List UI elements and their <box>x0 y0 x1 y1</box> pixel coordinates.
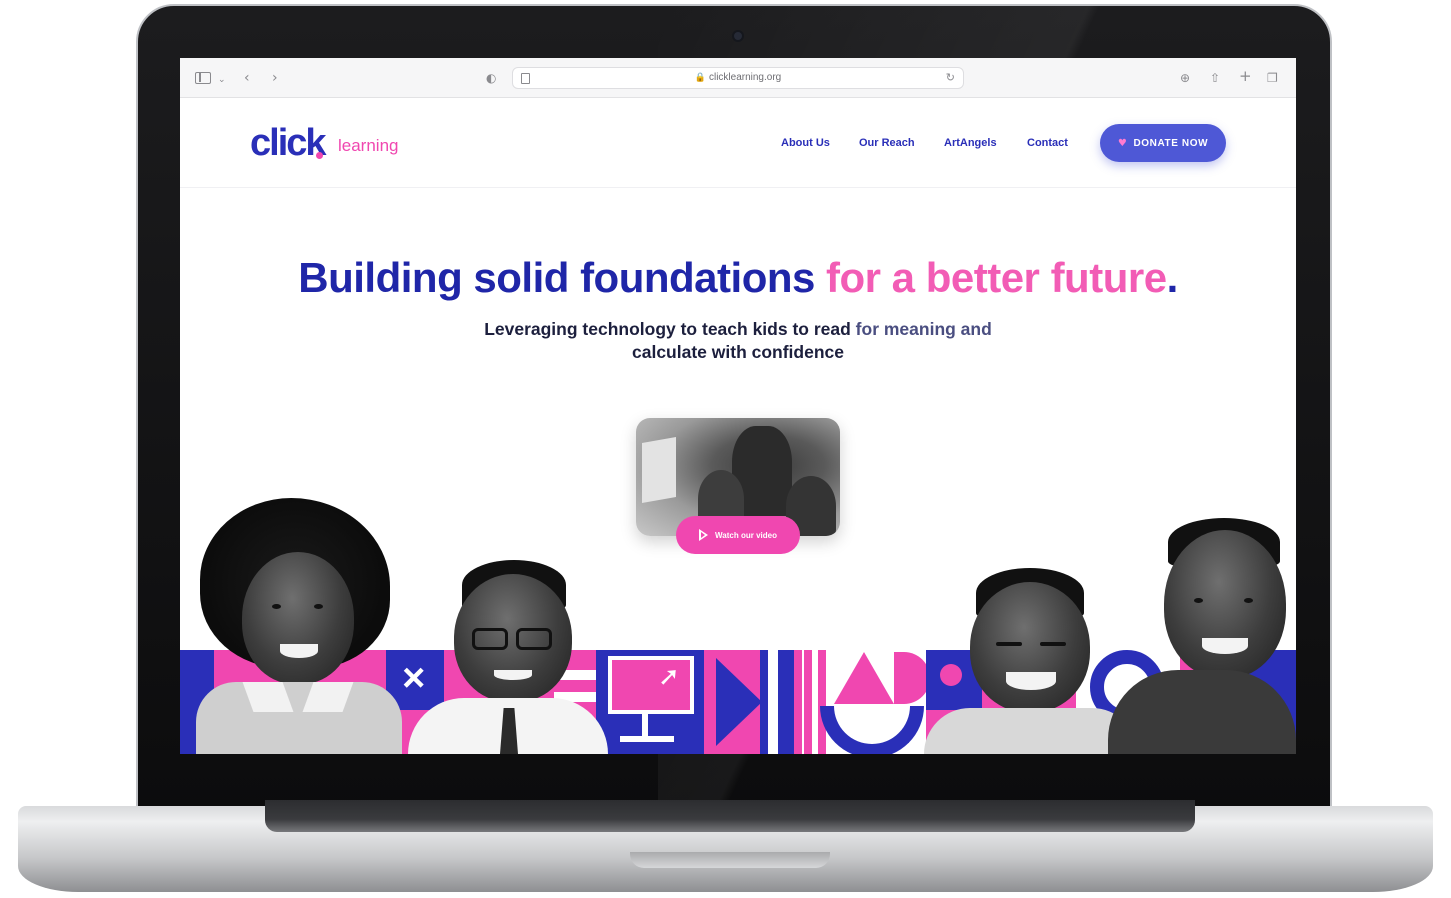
play-icon <box>699 529 709 541</box>
nav-artangels[interactable]: ArtAngels <box>944 137 997 149</box>
donate-label: DONATE NOW <box>1133 137 1209 149</box>
subheading-strong: Leveraging technology to teach kids to r… <box>484 319 851 339</box>
monitor-stand <box>642 714 648 736</box>
child-shirt <box>1108 670 1296 754</box>
download-icon[interactable]: ⊕ <box>1180 70 1190 86</box>
child-eye <box>1040 642 1066 646</box>
url-display: 🔒 clicklearning.org <box>513 72 963 83</box>
child-eye <box>272 604 281 609</box>
glasses-icon <box>472 628 508 650</box>
headline-period: . <box>1166 254 1179 301</box>
logo-main-text: click <box>250 122 327 164</box>
reload-icon[interactable]: ↻ <box>946 71 955 84</box>
browser-toolbar: ⌄ ‹ › ◐ 🔒 clicklearning.org ↻ ⊕ ⇧ + ❐ <box>180 58 1296 98</box>
tab-overview-icon[interactable]: ❐ <box>1267 70 1278 86</box>
privacy-shield-icon[interactable]: ◐ <box>486 70 496 86</box>
watch-video-button[interactable]: Watch our video <box>676 516 800 554</box>
pattern-stripe <box>768 650 778 754</box>
child-photo <box>1108 518 1296 754</box>
donate-now-button[interactable]: ♥ DONATE NOW <box>1100 124 1226 162</box>
hero-headline: Building solid foundations for a better … <box>180 254 1296 302</box>
child-photo <box>408 558 608 754</box>
monitor-base <box>620 736 674 742</box>
pattern-stripe <box>818 650 826 754</box>
subheading-light: for meaning and <box>855 319 992 339</box>
nav-about-us[interactable]: About Us <box>781 137 830 149</box>
forward-icon[interactable]: › <box>272 70 278 86</box>
child-eye <box>1194 598 1203 603</box>
logo-dot <box>316 152 323 159</box>
child-face <box>242 552 354 684</box>
monitor-icon <box>608 656 694 714</box>
play-triangle-shape <box>716 658 762 746</box>
share-icon[interactable]: ⇧ <box>1210 70 1220 86</box>
new-tab-icon[interactable]: + <box>1239 68 1252 84</box>
triangle-shape <box>834 652 894 704</box>
child-shirt <box>924 708 1138 754</box>
child-face <box>970 582 1090 712</box>
watch-video-label: Watch our video <box>715 530 777 540</box>
subheading-line2: calculate with confidence <box>632 342 844 362</box>
headline-part2: for a better future <box>826 254 1167 301</box>
back-icon[interactable]: ‹ <box>244 70 250 86</box>
child-eye <box>996 642 1022 646</box>
child-eye <box>314 604 323 609</box>
heart-icon: ♥ <box>1117 137 1128 149</box>
child-eye <box>1244 598 1253 603</box>
site-header: click learning About Us Our Reach ArtAng… <box>180 98 1296 188</box>
glasses-icon <box>516 628 552 650</box>
logo-sub-text: learning <box>338 136 399 155</box>
laptop-notch <box>630 852 830 868</box>
child-smile <box>1006 672 1056 690</box>
address-bar[interactable]: 🔒 clicklearning.org ↻ <box>512 67 964 89</box>
lock-icon: 🔒 <box>694 73 706 83</box>
nav-contact[interactable]: Contact <box>1027 137 1068 149</box>
sidebar-toggle-icon[interactable] <box>195 72 211 84</box>
thumbnail-monitor <box>642 437 676 503</box>
arrow-icon: ➚ <box>658 662 680 692</box>
hero-subheading: Leveraging technology to teach kids to r… <box>438 318 1038 364</box>
pattern-stripe <box>804 650 812 754</box>
child-photo <box>196 498 402 754</box>
child-photo <box>924 568 1138 754</box>
headline-part1: Building solid foundations <box>298 254 815 301</box>
child-face <box>1164 530 1286 678</box>
chevron-down-icon[interactable]: ⌄ <box>218 72 226 88</box>
child-smile <box>494 670 532 680</box>
nav-our-reach[interactable]: Our Reach <box>859 137 915 149</box>
child-smile <box>280 644 318 658</box>
laptop-hinge <box>265 800 1195 832</box>
screen: ⌄ ‹ › ◐ 🔒 clicklearning.org ↻ ⊕ ⇧ + ❐ cli… <box>180 58 1296 754</box>
child-smile <box>1202 638 1248 654</box>
url-text: clicklearning.org <box>708 72 782 83</box>
camera-icon <box>732 30 744 42</box>
child-shirt <box>196 682 402 754</box>
